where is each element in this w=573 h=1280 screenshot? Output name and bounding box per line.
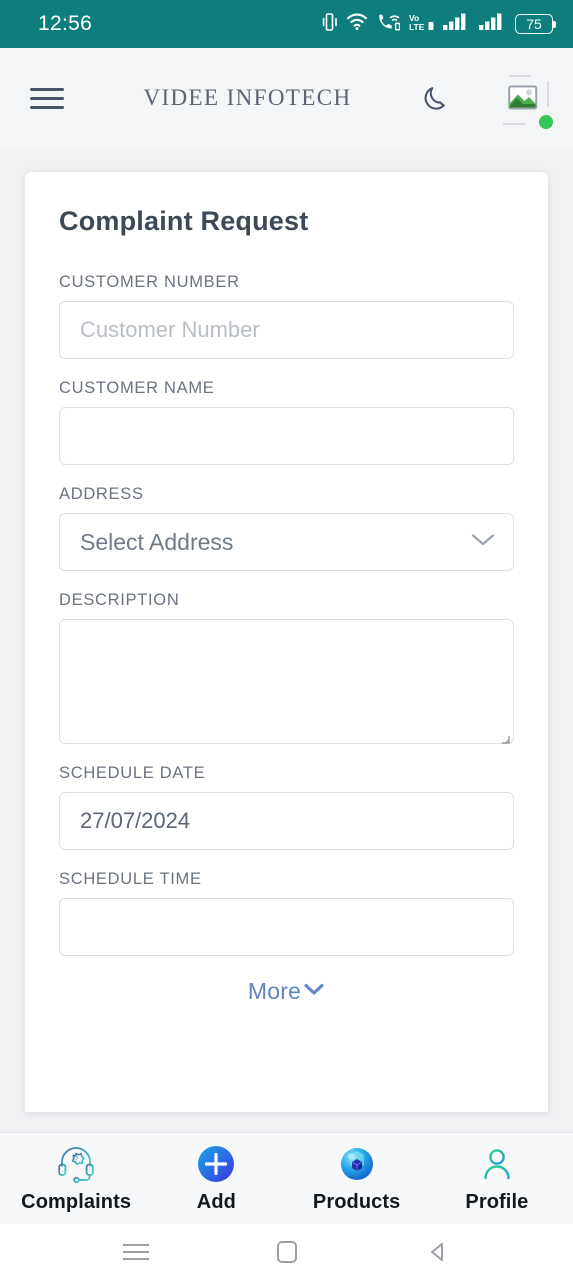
complaint-request-card: Complaint Request CUSTOMER NUMBER CUSTOM… — [25, 172, 548, 1112]
tab-label: Products — [312, 1190, 401, 1213]
product-sphere-cube-icon — [338, 1144, 376, 1184]
field-address: ADDRESS Select Address — [59, 485, 514, 571]
field-label: CUSTOMER NAME — [59, 379, 215, 397]
field-label: SCHEDULE TIME — [59, 870, 202, 888]
online-status-dot — [539, 115, 553, 129]
field-schedule-date: SCHEDULE DATE — [59, 764, 514, 850]
chevron-down-icon — [303, 981, 325, 1002]
field-label: DESCRIPTION — [59, 591, 180, 609]
wifi-calling-icon — [377, 12, 401, 36]
system-navigation-bar — [0, 1224, 573, 1280]
plus-circle-icon — [196, 1144, 236, 1184]
scroll-content[interactable]: Complaint Request CUSTOMER NUMBER CUSTOM… — [0, 148, 573, 1132]
signal-bars-sim1-icon — [443, 12, 470, 36]
moon-icon[interactable] — [413, 76, 457, 120]
field-label: CUSTOMER NUMBER — [59, 273, 240, 291]
field-schedule-time: SCHEDULE TIME — [59, 870, 514, 956]
home-square-icon[interactable] — [260, 1232, 314, 1272]
tab-label: Complaints — [21, 1190, 132, 1213]
tab-label: Add — [196, 1190, 236, 1213]
battery-level-text: 75 — [526, 16, 542, 32]
description-textarea-wrap — [59, 619, 514, 744]
avatar-frame-top — [509, 75, 531, 77]
vibrate-icon — [322, 12, 337, 37]
schedule-time-input[interactable] — [59, 898, 514, 956]
avatar-frame-right — [547, 81, 549, 107]
battery-icon: 75 — [515, 14, 556, 34]
support-headset-icon: ? — [56, 1144, 96, 1184]
field-customer-name: CUSTOMER NAME — [59, 379, 514, 465]
tab-complaints[interactable]: ? Complaints — [6, 1144, 146, 1214]
back-triangle-icon[interactable] — [411, 1232, 465, 1272]
status-bar-clock: 12:56 — [38, 12, 93, 35]
schedule-date-input[interactable] — [59, 792, 514, 850]
customer-number-input[interactable] — [59, 301, 514, 359]
customer-name-input[interactable] — [59, 407, 514, 465]
field-description: DESCRIPTION — [59, 591, 514, 744]
avatar[interactable] — [501, 75, 553, 129]
svg-text:LTE: LTE — [409, 22, 425, 32]
svg-text:?: ? — [74, 1155, 79, 1164]
more-toggle[interactable]: More — [59, 978, 514, 1005]
tab-add[interactable]: Add — [146, 1144, 286, 1214]
recents-lines-icon[interactable] — [109, 1232, 163, 1272]
field-customer-number: CUSTOMER NUMBER — [59, 273, 514, 359]
field-label: SCHEDULE DATE — [59, 764, 206, 782]
avatar-frame-bottom — [503, 123, 525, 125]
person-outline-icon — [478, 1144, 516, 1184]
page-title: VIDEE INFOTECH — [143, 85, 352, 110]
field-label: ADDRESS — [59, 485, 144, 503]
form-title: Complaint Request — [59, 206, 309, 236]
status-bar-icons: Vo LTE 75 — [322, 12, 556, 37]
address-select[interactable]: Select Address — [59, 513, 514, 571]
tab-profile[interactable]: Profile — [427, 1144, 567, 1214]
description-textarea[interactable] — [59, 619, 514, 744]
bottom-tab-bar: ? Complaints Add Products Profile — [0, 1132, 573, 1224]
status-bar: 12:56 Vo LTE 75 — [0, 0, 573, 48]
phone-screen: 12:56 Vo LTE 75 VIDEE INFOTECH Complaint… — [0, 0, 573, 1280]
wifi-icon — [346, 12, 368, 36]
broken-image-icon — [507, 83, 541, 113]
hamburger-menu-icon[interactable] — [30, 87, 64, 109]
more-label: More — [247, 978, 302, 1004]
app-header: VIDEE INFOTECH — [0, 48, 573, 148]
volte-icon: Vo LTE — [409, 12, 434, 37]
tab-products[interactable]: Products — [287, 1144, 427, 1214]
address-select-wrap: Select Address — [59, 513, 514, 571]
signal-bars-sim2-icon — [479, 12, 506, 36]
tab-label: Profile — [465, 1190, 529, 1213]
